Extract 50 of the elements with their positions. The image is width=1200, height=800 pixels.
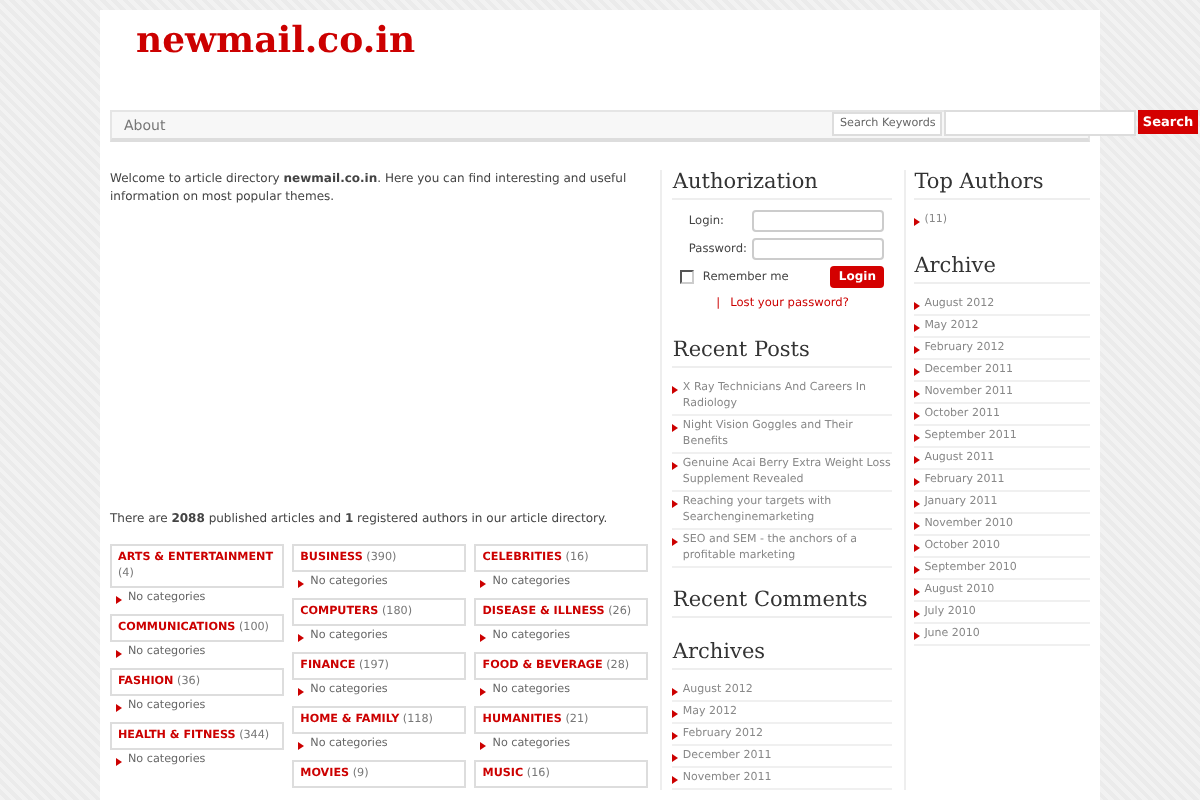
arrow-icon xyxy=(914,478,921,486)
arrow-icon xyxy=(914,456,921,464)
arrow-icon xyxy=(672,462,679,470)
arrow-icon xyxy=(914,632,921,640)
arrow-icon xyxy=(914,588,921,596)
section-heading: Authorization xyxy=(672,170,893,200)
arrow-icon xyxy=(480,634,487,642)
arrow-icon xyxy=(116,596,122,604)
arrow-icon xyxy=(914,544,921,552)
section-heading: Recent Posts xyxy=(672,338,893,368)
arrow-icon xyxy=(672,538,679,546)
arrow-icon xyxy=(914,500,921,508)
arrow-icon xyxy=(116,704,122,712)
arrow-icon xyxy=(672,500,679,508)
arrow-icon xyxy=(480,742,487,750)
arrow-icon xyxy=(298,742,305,750)
arrow-icon xyxy=(914,610,921,618)
arrow-icon xyxy=(480,688,487,696)
section-heading: Archives xyxy=(672,640,893,670)
arrow-icon xyxy=(672,386,679,394)
arrow-icon xyxy=(914,522,921,530)
arrow-icon xyxy=(298,688,305,696)
login-field[interactable] xyxy=(752,210,885,232)
arrow-icon xyxy=(914,434,921,442)
arrow-icon xyxy=(672,424,679,432)
arrow-icon xyxy=(914,218,921,226)
remember-checkbox[interactable] xyxy=(680,270,695,284)
arrow-icon xyxy=(914,412,921,420)
site-title[interactable]: newmail.co.in xyxy=(136,20,416,62)
password-field[interactable] xyxy=(752,238,885,260)
section-heading: Recent Comments xyxy=(672,588,893,618)
search-field[interactable] xyxy=(944,110,1136,136)
arrow-icon xyxy=(116,758,122,766)
arrow-icon xyxy=(672,688,679,696)
arrow-icon xyxy=(672,732,679,740)
arrow-icon xyxy=(914,390,921,398)
section-heading: Archive xyxy=(914,254,1090,284)
arrow-icon xyxy=(298,634,305,642)
arrow-icon xyxy=(116,650,122,658)
arrow-icon xyxy=(914,324,921,332)
arrow-icon xyxy=(480,580,487,588)
arrow-icon xyxy=(914,346,921,354)
section-heading: Top Authors xyxy=(914,170,1090,200)
arrow-icon xyxy=(914,368,921,376)
arrow-icon xyxy=(298,580,305,588)
arrow-icon xyxy=(672,710,679,718)
arrow-icon xyxy=(914,302,921,310)
arrow-icon xyxy=(672,754,679,762)
arrow-icon xyxy=(672,776,679,784)
arrow-icon xyxy=(914,566,921,574)
